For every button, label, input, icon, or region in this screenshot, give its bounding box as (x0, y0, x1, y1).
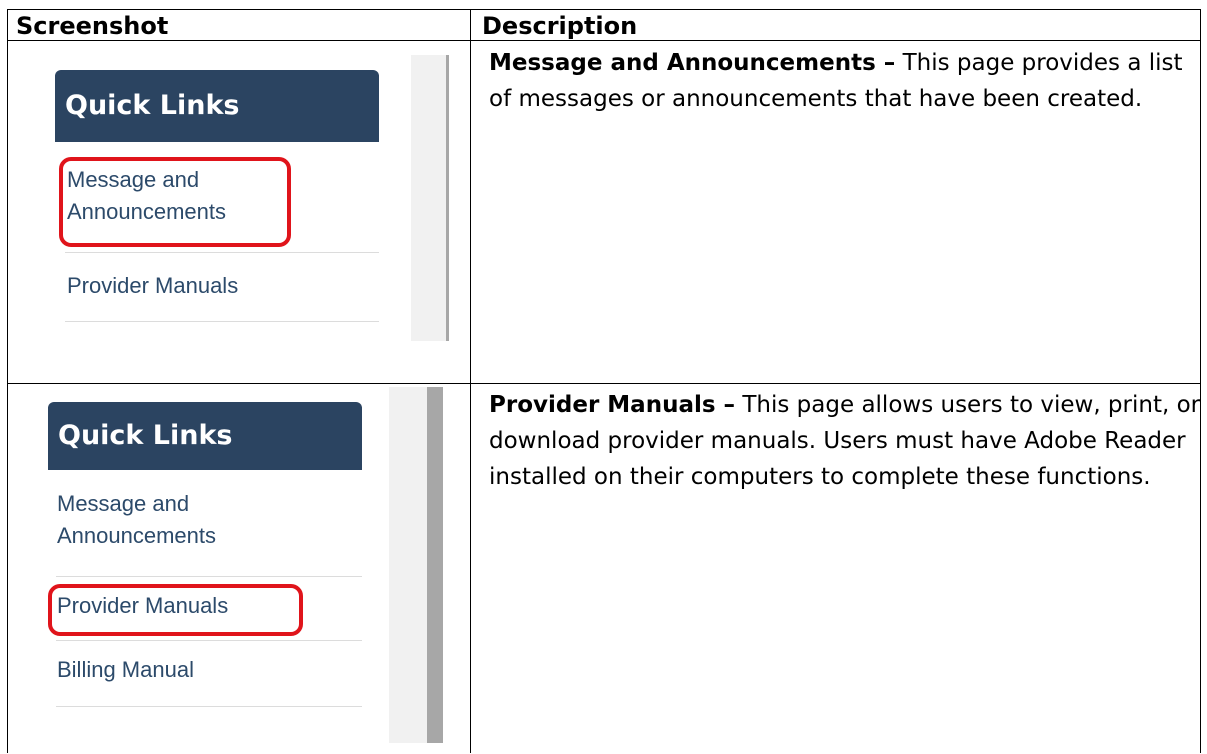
description-provider-manuals: Provider Manuals – This page allows user… (489, 387, 1201, 495)
scrollbar-thumb[interactable] (446, 55, 449, 341)
highlight-box (59, 157, 291, 247)
scrollbar-thumb[interactable] (427, 387, 443, 743)
quick-links-title: Quick Links (48, 402, 362, 470)
quick-links-widget-1: Quick Links Message and Announcements Pr… (55, 70, 379, 338)
quick-link-billing-manual[interactable]: Billing Manual (57, 654, 362, 686)
quick-link-provider-manuals[interactable]: Provider Manuals (67, 270, 379, 302)
description-title: Provider Manuals – (489, 392, 736, 418)
quick-links-widget-2: Quick Links Message and Announcements Pr… (48, 402, 362, 742)
scrollbar-track[interactable] (411, 55, 449, 341)
column-header-screenshot: Screenshot (16, 12, 169, 40)
column-header-description: Description (482, 12, 638, 40)
description-title: Message and Announcements – (489, 50, 896, 76)
document-table: Screenshot Description Quick Links Messa… (7, 9, 1201, 753)
highlight-box (48, 584, 303, 636)
quick-link-message-and-announcements[interactable]: Message and Announcements (57, 488, 257, 552)
quick-links-title: Quick Links (55, 70, 379, 142)
description-message-and-announcements: Message and Announcements – This page pr… (489, 45, 1189, 117)
